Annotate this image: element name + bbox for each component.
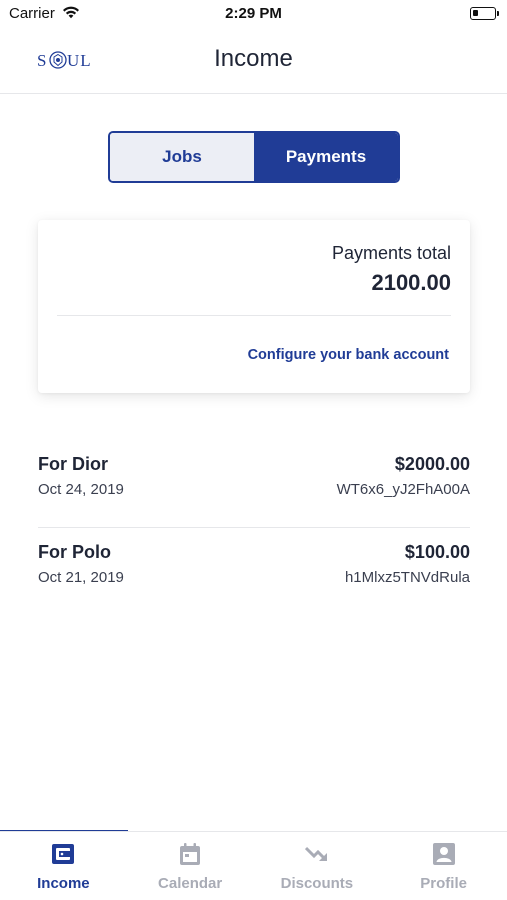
calendar-icon xyxy=(180,843,201,865)
payment-title: For Dior xyxy=(38,454,108,474)
battery-tip xyxy=(497,11,499,16)
wallet-icon xyxy=(52,844,75,864)
page-title: Income xyxy=(214,45,293,72)
tab-label: Discounts xyxy=(280,875,354,892)
payment-row[interactable]: For Dior Oct 24, 2019 $2000.00 WT6x6_yJ2… xyxy=(38,440,470,527)
payment-reference: h1Mlxz5TNVdRula xyxy=(344,569,470,586)
status-bar: Carrier 2:29 PM xyxy=(0,0,507,28)
payment-date: Oct 24, 2019 xyxy=(38,481,124,498)
payments-list: For Dior Oct 24, 2019 $2000.00 WT6x6_yJ2… xyxy=(38,440,470,614)
tab-calendar[interactable]: Calendar xyxy=(127,832,254,900)
tab-label: Profile xyxy=(420,875,467,892)
tab-income[interactable]: Income xyxy=(0,832,127,900)
tab-profile[interactable]: Profile xyxy=(380,832,507,900)
segment-payments[interactable]: Payments xyxy=(254,133,398,181)
tab-label: Income xyxy=(37,875,90,892)
payments-total-label: Payments total xyxy=(331,243,451,263)
payment-row[interactable]: For Polo Oct 21, 2019 $100.00 h1Mlxz5TNV… xyxy=(38,527,470,614)
trend-down-icon xyxy=(304,846,327,861)
tab-bar: Income Calendar Discounts Profile xyxy=(0,831,507,900)
tab-discounts[interactable]: Discounts xyxy=(254,832,381,900)
payments-summary-card: Payments total 2100.00 Configure your ba… xyxy=(38,220,470,393)
payment-title: For Polo xyxy=(38,542,111,562)
configure-bank-account-link[interactable]: Configure your bank account xyxy=(248,347,449,363)
battery-icon xyxy=(470,7,496,20)
income-segmented-control: Jobs Payments xyxy=(108,131,400,183)
card-divider xyxy=(57,315,451,316)
payment-reference: WT6x6_yJ2FhA00A xyxy=(336,481,470,498)
payments-total-value: 2100.00 xyxy=(371,270,451,295)
profile-icon xyxy=(432,843,455,865)
payment-amount: $100.00 xyxy=(404,542,470,562)
payment-date: Oct 21, 2019 xyxy=(38,569,124,586)
battery-level xyxy=(473,10,478,16)
segment-jobs[interactable]: Jobs xyxy=(110,133,254,181)
payment-amount: $2000.00 xyxy=(394,454,470,474)
nav-header: S UL Income xyxy=(0,28,507,94)
status-time: 2:29 PM xyxy=(225,5,282,22)
tab-label: Calendar xyxy=(158,875,223,892)
